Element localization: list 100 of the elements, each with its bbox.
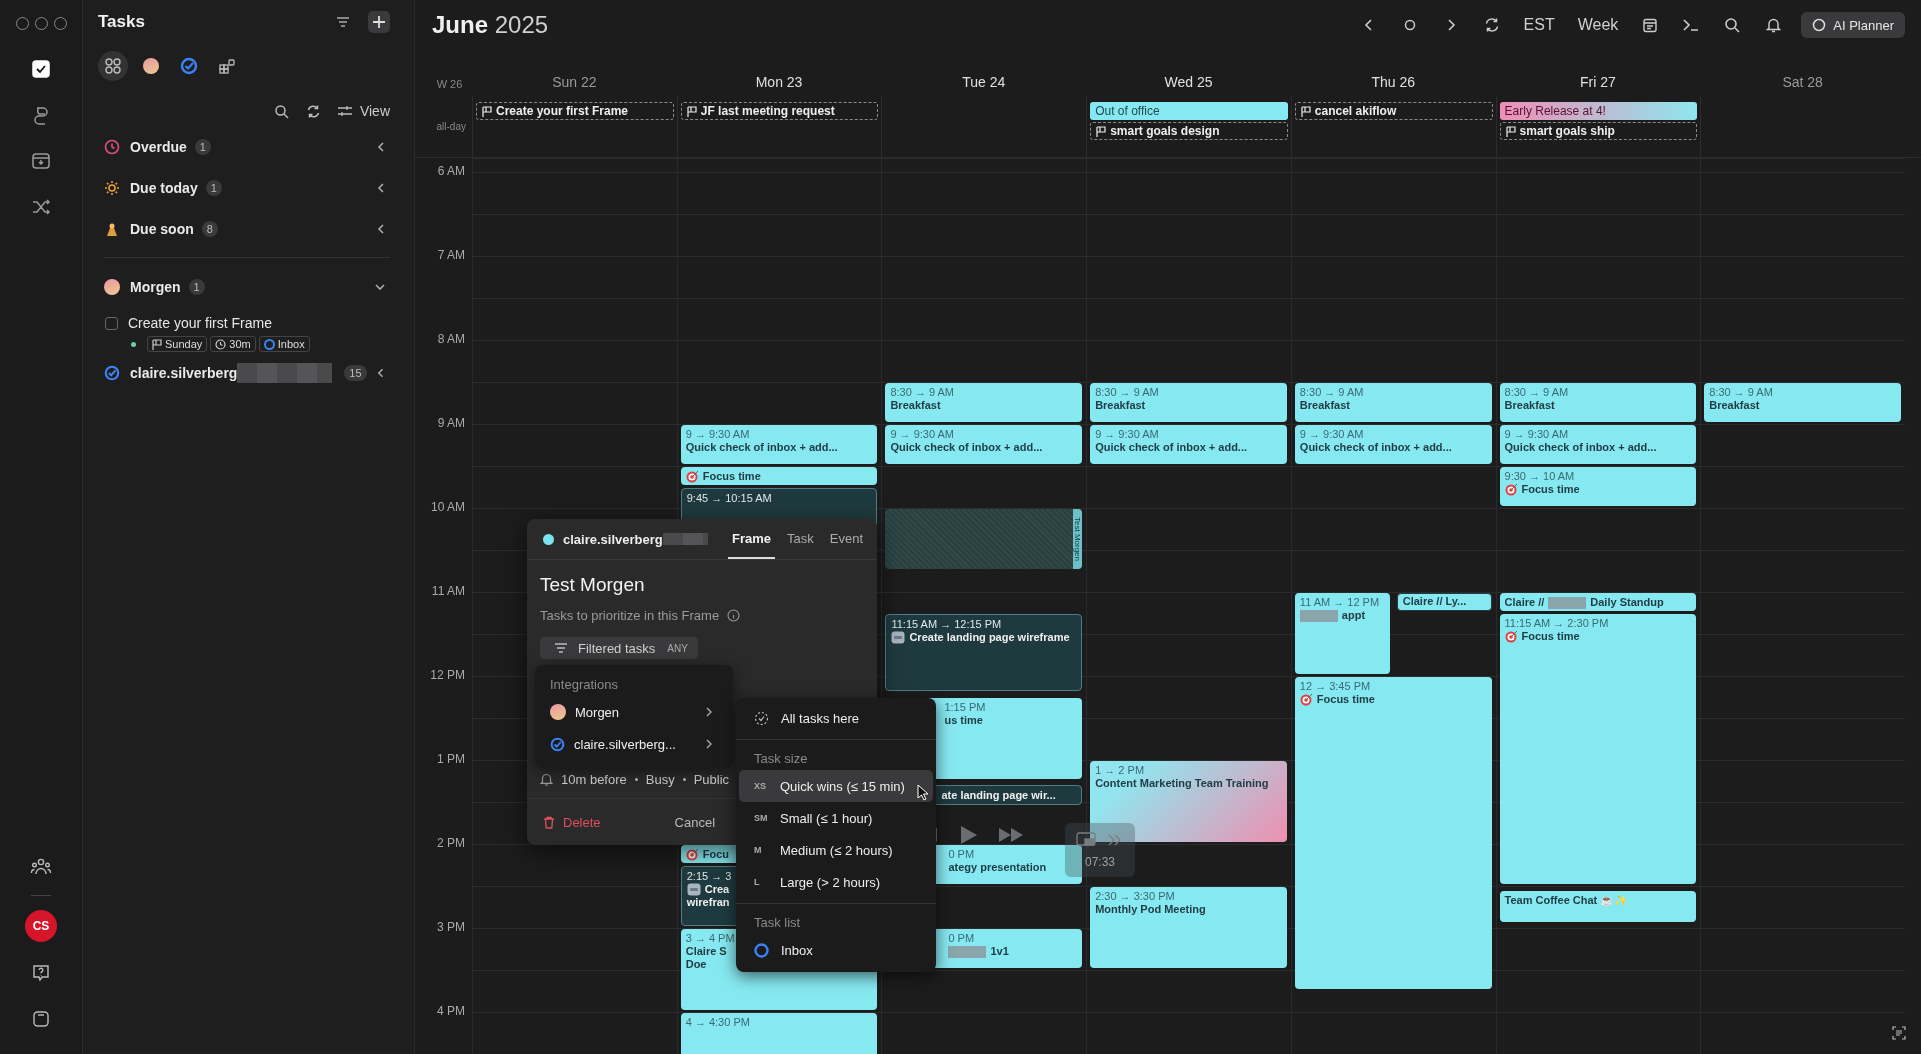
event-time: 8:30 → 9 AM xyxy=(1095,386,1159,399)
event-title: wirefran xyxy=(686,896,730,909)
event-title: Claire // Ly... xyxy=(1402,595,1467,608)
event-title: Quick check of inbox + add... xyxy=(890,441,1043,454)
event-title: Content Marketing Team Training xyxy=(1095,777,1269,790)
event-title: Team Coffee Chat ☕✨ xyxy=(1504,894,1629,908)
event-time: 2:30 → 3:30 PM xyxy=(1095,890,1175,903)
day-header: Thu 26 xyxy=(1371,74,1415,92)
hour-label: 9 AM xyxy=(437,416,465,430)
event-time: 1:15 PM xyxy=(944,701,986,714)
menu-heading: Task list xyxy=(753,914,802,932)
event-title: 1v1 xyxy=(990,945,1009,958)
list-label: Overdue xyxy=(130,138,187,155)
event-title: Focus time xyxy=(1521,630,1580,643)
event-title: Quick check of inbox + add... xyxy=(1504,441,1657,454)
event-time: 11:15 AM → 12:15 PM xyxy=(891,618,1002,631)
hour-label: 1 PM xyxy=(437,752,465,766)
list-label: Due today xyxy=(130,179,198,196)
event-title: Create your first Frame xyxy=(496,104,629,118)
menu-heading: Task size xyxy=(753,750,809,768)
event-time: 9:45 → 10:15 AM xyxy=(686,492,772,505)
event-title: Out of office xyxy=(1095,104,1160,118)
frame-description: Tasks to prioritize in this Frame xyxy=(540,608,720,623)
frame-title: Test Morgen xyxy=(540,574,646,596)
event-title: Breakfast xyxy=(890,399,941,412)
day-header: Tue 24 xyxy=(962,74,1006,92)
menu-item-label: All tasks here xyxy=(781,710,860,726)
event-title: Monthly Pod Meeting xyxy=(1095,903,1206,916)
event-title: Crea xyxy=(704,883,730,896)
day-header: Sat 28 xyxy=(1782,74,1823,92)
sidebar-title: Tasks xyxy=(98,12,146,32)
event-title: Quick check of inbox + add... xyxy=(1095,441,1248,454)
menu-item-label: claire.silverberg... xyxy=(574,736,676,752)
any-label: ANY xyxy=(667,642,688,654)
event-time: 9:30 → 10 AM xyxy=(1504,470,1575,483)
event-time: 3 → 4 PM xyxy=(685,932,735,945)
menu-item-label: Inbox xyxy=(781,942,813,958)
day-header: Sun 22 xyxy=(552,74,597,92)
event-title: Focus time xyxy=(1521,483,1580,496)
event-time: 9 → 9:30 AM xyxy=(1095,428,1159,441)
event-title: Breakfast xyxy=(1709,399,1760,412)
all-day-label: all-day xyxy=(436,121,466,132)
event-title: Breakfast xyxy=(1299,399,1350,412)
event-title: Create landing page wireframe xyxy=(909,631,1070,644)
count-badge: 1 xyxy=(205,179,222,196)
week-number: W 26 xyxy=(435,78,464,92)
event-time: 8:30 → 9 AM xyxy=(1504,386,1569,399)
menu-item-label: Large (> 2 hours) xyxy=(780,874,881,890)
hour-label: 6 AM xyxy=(437,164,465,178)
hour-label: 8 AM xyxy=(437,332,465,346)
event-title: Doe xyxy=(685,958,707,971)
event-title: smart goals ship xyxy=(1519,124,1615,138)
day-header: Mon 23 xyxy=(755,74,803,92)
hour-label: 12 PM xyxy=(430,668,465,682)
task-title: Create your first Frame xyxy=(128,315,272,331)
month-title: June 2025 xyxy=(432,11,550,39)
size-code: XS xyxy=(754,781,767,791)
event-time: 12 → 3:45 PM xyxy=(1299,680,1371,693)
size-code: SM xyxy=(754,813,768,823)
event-time: 11 AM → 12 PM xyxy=(1299,596,1380,609)
event-time: 8:30 → 9 AM xyxy=(1709,386,1773,399)
event-title: Quick check of inbox + add... xyxy=(685,441,838,454)
event-title: Early Release at 4! xyxy=(1504,104,1606,118)
hour-label: 10 AM xyxy=(430,500,465,514)
event-time: 9 → 9:30 AM xyxy=(1299,428,1364,441)
frame-label: Test Morgen xyxy=(1073,509,1083,569)
event-title: smart goals design xyxy=(1110,124,1220,138)
event-title: appt xyxy=(1341,609,1366,622)
hour-label: 7 AM xyxy=(437,248,465,262)
event-title: Claire // xyxy=(1504,596,1545,609)
menu-heading: Integrations xyxy=(549,676,619,694)
size-code: L xyxy=(754,877,761,887)
event-time: 0 PM xyxy=(948,932,975,945)
event-title: ategy presentation xyxy=(948,861,1047,874)
menu-item-label: Small (≤ 1 hour) xyxy=(780,810,873,826)
hour-label: 11 AM xyxy=(431,584,465,598)
event-title: Focus time xyxy=(702,470,761,483)
hour-label: 2 PM xyxy=(437,836,465,850)
event-time: 0 PM xyxy=(948,848,975,861)
day-header: Fri 27 xyxy=(1580,74,1616,92)
event-time: 1 → 2 PM xyxy=(1095,764,1145,777)
menu-item-label: Morgen xyxy=(575,704,620,720)
list-label: Due soon xyxy=(130,220,194,237)
event-title: Focus time xyxy=(1316,693,1375,706)
event-time: 9 → 9:30 AM xyxy=(685,428,750,441)
count-badge: 1 xyxy=(188,279,205,295)
account-name: claire.silverberg xyxy=(563,531,663,547)
event-time: 11:15 AM → 2:30 PM xyxy=(1504,617,1609,630)
event-time: 9 → 9:30 AM xyxy=(890,428,954,441)
event-time: 8:30 → 9 AM xyxy=(1299,386,1364,399)
group-label: Morgen xyxy=(130,279,181,295)
event-time: 9 → 9:30 AM xyxy=(1504,428,1569,441)
event-title: JF last meeting request xyxy=(700,104,835,118)
event-title: Breakfast xyxy=(1095,399,1146,412)
event-title: ate landing page wir... xyxy=(941,788,1056,802)
hour-label: 3 PM xyxy=(437,920,465,934)
group-label: claire.silverberg xyxy=(130,365,238,381)
count-badge: 15 xyxy=(344,365,367,381)
event-title: us time xyxy=(944,714,983,727)
event-time: 2:15 → 3 xyxy=(686,870,732,883)
